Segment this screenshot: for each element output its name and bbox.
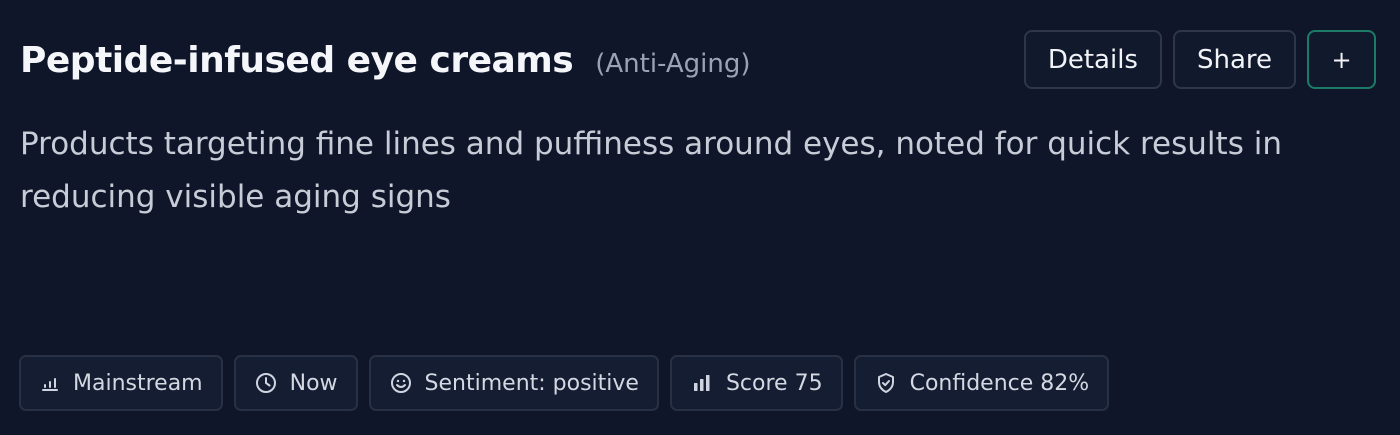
tag-label: Confidence 82% — [909, 370, 1090, 396]
tag-label: Score 75 — [725, 370, 823, 396]
tag-label: Now — [289, 370, 338, 396]
category-label: (Anti-Aging) — [595, 49, 751, 79]
tag-label: Mainstream — [73, 370, 203, 396]
bar-chart-icon — [42, 378, 58, 391]
trend-card: Peptide-infused eye creams (Anti-Aging) … — [0, 0, 1400, 435]
add-button[interactable]: + — [1307, 30, 1376, 89]
shield-check-icon — [877, 373, 894, 393]
bar-chart-icon — [693, 375, 710, 391]
card-description: Products targeting fine lines and puffin… — [20, 126, 1282, 215]
smiley-icon — [390, 373, 411, 393]
card-header: Peptide-infused eye creams (Anti-Aging) — [20, 40, 751, 81]
clock-icon — [255, 373, 276, 393]
details-button[interactable]: Details — [1023, 30, 1162, 89]
tag-list: Mainstream Now Sentiment: positive Score… — [19, 355, 1110, 411]
card-actions: Details Share + — [1023, 30, 1376, 89]
share-button[interactable]: Share — [1172, 30, 1296, 89]
tag-mainstream: Mainstream — [19, 355, 223, 411]
tag-timing: Now — [233, 355, 358, 411]
tag-confidence: Confidence 82% — [853, 355, 1110, 411]
tag-sentiment: Sentiment: positive — [368, 355, 659, 411]
tag-score: Score 75 — [669, 355, 843, 411]
tag-label: Sentiment: positive — [424, 370, 639, 396]
card-title: Peptide-infused eye creams — [20, 40, 574, 81]
